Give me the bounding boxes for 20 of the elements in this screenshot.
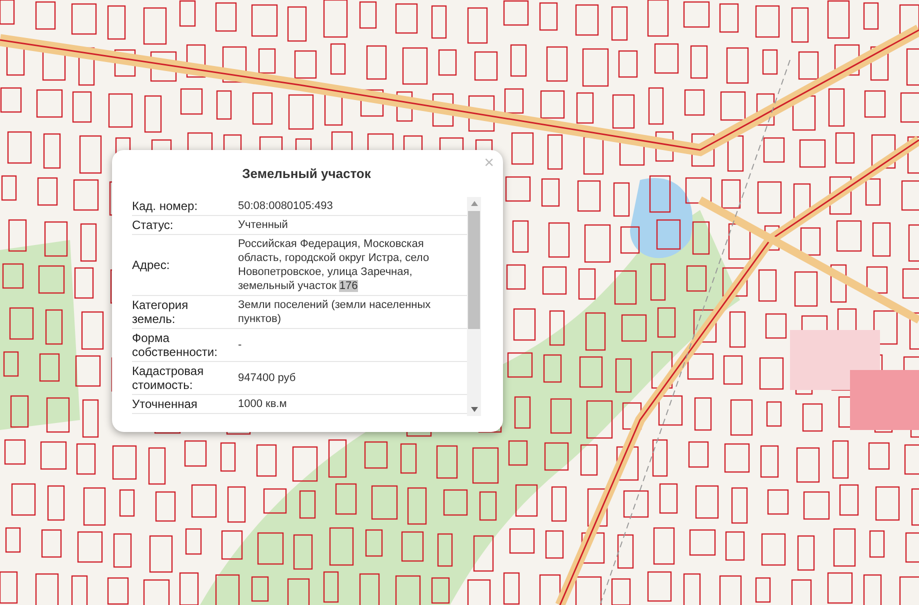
field-value: Учтенный <box>238 218 289 232</box>
field-label: Форма собственности: <box>132 331 218 359</box>
field-value: - <box>238 338 243 352</box>
scrollbar[interactable] <box>467 197 481 416</box>
close-button[interactable]: × <box>481 153 497 173</box>
field-value: 1000 кв.м <box>238 397 288 411</box>
field-label: Адрес: <box>132 258 171 272</box>
popup-title: Земельный участок <box>241 166 372 181</box>
field-label: Кад. номер: <box>132 199 199 213</box>
field-label: Статус: <box>132 218 174 232</box>
scroll-up-icon[interactable] <box>470 201 478 206</box>
field-label: Уточненная <box>132 397 198 411</box>
field-value: Российская Федерация, Московская область, городской округ Истра, село Новопетровское, улица Заречная, земельный участок 176 <box>238 237 430 293</box>
field-value: 50:08:0080105:493 <box>238 199 334 213</box>
field-label: Категория земель: <box>132 298 190 326</box>
field-label: Кадастровая стоимость: <box>132 364 205 392</box>
field-value: Земли поселений (земли населенных пунктов) <box>238 298 432 326</box>
scroll-down-icon[interactable] <box>470 407 478 412</box>
highlighted-text: 176 <box>339 280 358 292</box>
field-value: 947400 руб <box>238 371 297 385</box>
